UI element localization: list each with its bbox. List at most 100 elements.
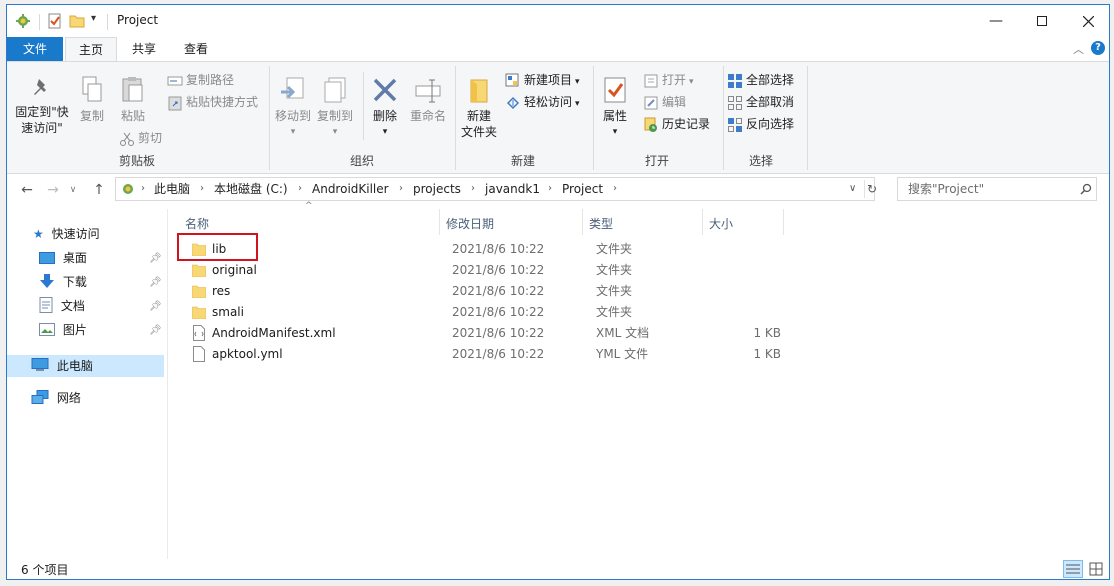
properties-check-icon[interactable] [47, 13, 63, 29]
up-arrow-icon: ↑ [93, 182, 105, 198]
nav-network[interactable]: 网络 [31, 387, 81, 409]
breadcrumb-separator-icon: › [471, 183, 475, 194]
yml-file-icon [193, 346, 205, 362]
paste-icon [122, 77, 143, 102]
column-separator[interactable] [439, 209, 440, 235]
tab-view[interactable]: 查看 [171, 37, 221, 61]
copy-label: 复制 [79, 109, 104, 123]
breadcrumb-projects[interactable]: projects [413, 178, 461, 200]
star-icon: ★ [33, 227, 44, 241]
picture-icon [39, 323, 55, 336]
column-separator[interactable] [783, 209, 784, 235]
breadcrumb-javandk1[interactable]: javandk1 [485, 178, 540, 200]
forward-arrow-icon: → [47, 182, 59, 198]
forward-button[interactable]: → [43, 179, 63, 201]
delete-button[interactable]: 删除 ▾ [367, 76, 403, 140]
pin-icon: 📌︎ [149, 301, 162, 312]
qat-dropdown-icon[interactable]: ▾ [91, 13, 96, 24]
open-button[interactable]: 打开 ▾ [643, 70, 694, 90]
select-none-button[interactable]: 全部取消 [727, 92, 794, 112]
copy-to-dropdown-icon: ▾ [332, 127, 338, 137]
new-item-icon [505, 73, 519, 86]
copy-to-button[interactable]: 复制到 ▾ [315, 76, 355, 140]
copy-button[interactable]: 复制 [75, 76, 109, 124]
up-button[interactable]: ↑ [89, 179, 109, 201]
tab-file[interactable]: 文件 [7, 37, 63, 61]
file-row-res[interactable]: res 2021/8/6 10:22 文件夹 [185, 281, 785, 302]
new-item-button[interactable]: 新建项目 ▾ [505, 70, 580, 90]
invert-selection-icon [728, 117, 742, 132]
new-folder-qat-icon[interactable] [69, 13, 85, 29]
move-to-button[interactable]: 移动到 ▾ [273, 76, 313, 140]
breadcrumb-separator-icon: › [141, 183, 145, 194]
nav-quick-access[interactable]: ★ 快速访问 [33, 223, 100, 245]
large-icons-view-button[interactable] [1087, 560, 1107, 578]
cut-button[interactable]: 剪切 [119, 128, 162, 148]
column-header-name[interactable]: 名称 [185, 213, 439, 235]
breadcrumb-project[interactable]: Project [562, 178, 603, 200]
details-view-button[interactable] [1063, 560, 1083, 578]
address-bar[interactable]: › 此电脑 › 本地磁盘 (C:) › AndroidKiller › proj… [115, 177, 877, 201]
refresh-icon[interactable]: ↻ [867, 178, 877, 200]
help-icon[interactable]: ? [1091, 41, 1105, 55]
column-header-size[interactable]: 大小 [709, 213, 781, 235]
breadcrumb-separator-icon: › [399, 183, 403, 194]
nav-this-pc[interactable]: 此电脑 [31, 355, 93, 377]
column-separator[interactable] [702, 209, 703, 235]
file-row-original[interactable]: original 2021/8/6 10:22 文件夹 [185, 260, 785, 281]
history-button[interactable]: 历史记录 [643, 114, 710, 134]
easy-access-button[interactable]: 轻松访问 ▾ [505, 92, 580, 112]
scissors-icon [120, 132, 134, 146]
breadcrumb-local-disk[interactable]: 本地磁盘 (C:) [214, 178, 288, 200]
move-to-label: 移动到 [274, 109, 311, 123]
file-row-lib[interactable]: lib 2021/8/6 10:22 文件夹 [185, 239, 785, 260]
file-row-androidmanifest[interactable]: AndroidManifest.xml 2021/8/6 10:22 XML 文… [185, 323, 785, 344]
new-folder-button[interactable]: 新建 文件夹 [459, 76, 499, 140]
new-item-dropdown-icon: ▾ [575, 77, 580, 87]
breadcrumb-this-pc[interactable]: 此电脑 [154, 178, 190, 200]
android-app-icon[interactable] [15, 13, 31, 29]
file-row-apktool[interactable]: apktool.yml 2021/8/6 10:22 YML 文件 1 KB [185, 344, 785, 365]
recent-locations-button[interactable]: ∨ [63, 179, 83, 201]
nav-downloads[interactable]: 下载 [39, 271, 87, 293]
select-all-button[interactable]: 全部选择 [727, 70, 794, 90]
column-separator[interactable] [582, 209, 583, 235]
xml-file-icon [193, 325, 205, 341]
nav-documents[interactable]: 文档 [39, 295, 85, 317]
pin-to-quick-access-button[interactable]: 固定到"快 速访问" [13, 76, 71, 136]
file-row-smali[interactable]: smali 2021/8/6 10:22 文件夹 [185, 302, 785, 323]
search-icon[interactable] [1080, 183, 1092, 195]
select-all-label: 全部选择 [746, 73, 795, 87]
column-header-date[interactable]: 修改日期 [446, 213, 582, 235]
back-button[interactable]: ← [17, 179, 37, 201]
maximize-icon [1037, 16, 1047, 26]
clipboard-group-label: 剪贴板 [118, 154, 155, 168]
minimize-button[interactable]: — [973, 5, 1019, 37]
file-type: YML 文件 [596, 347, 649, 361]
collapse-ribbon-icon[interactable]: ︿ [1073, 41, 1084, 57]
properties-button[interactable]: 属性 ▾ [599, 76, 631, 140]
invert-selection-button[interactable]: 反向选择 [727, 114, 794, 134]
address-dropdown-icon[interactable]: ∨ [849, 178, 856, 200]
search-input[interactable]: 搜索"Project" [908, 178, 984, 200]
paste-shortcut-icon [168, 96, 182, 110]
nav-documents-label: 文档 [60, 299, 85, 313]
close-button[interactable] [1065, 5, 1111, 37]
column-header-type[interactable]: 类型 [589, 213, 701, 235]
paste-button[interactable]: 粘贴 [115, 76, 151, 124]
maximize-button[interactable] [1019, 5, 1065, 37]
tab-share[interactable]: 共享 [119, 37, 169, 61]
search-box[interactable]: 搜索"Project" [897, 177, 1097, 201]
breadcrumb-androidkiller[interactable]: AndroidKiller [312, 178, 389, 200]
rename-button[interactable]: 重命名 [407, 76, 449, 124]
file-name: original [212, 263, 257, 277]
ribbon-tabs: 文件 主页 共享 查看 ︿ ? [7, 37, 1109, 61]
nav-pictures[interactable]: 图片 [39, 319, 87, 341]
edit-button[interactable]: 编辑 [643, 92, 686, 112]
file-name: apktool.yml [212, 347, 283, 361]
nav-desktop[interactable]: 桌面 [39, 247, 87, 269]
tab-home[interactable]: 主页 [65, 37, 117, 61]
paste-shortcut-button[interactable]: 粘贴快捷方式 [167, 92, 258, 112]
folder-icon [192, 285, 206, 298]
copy-path-button[interactable]: 复制路径 [167, 70, 234, 90]
